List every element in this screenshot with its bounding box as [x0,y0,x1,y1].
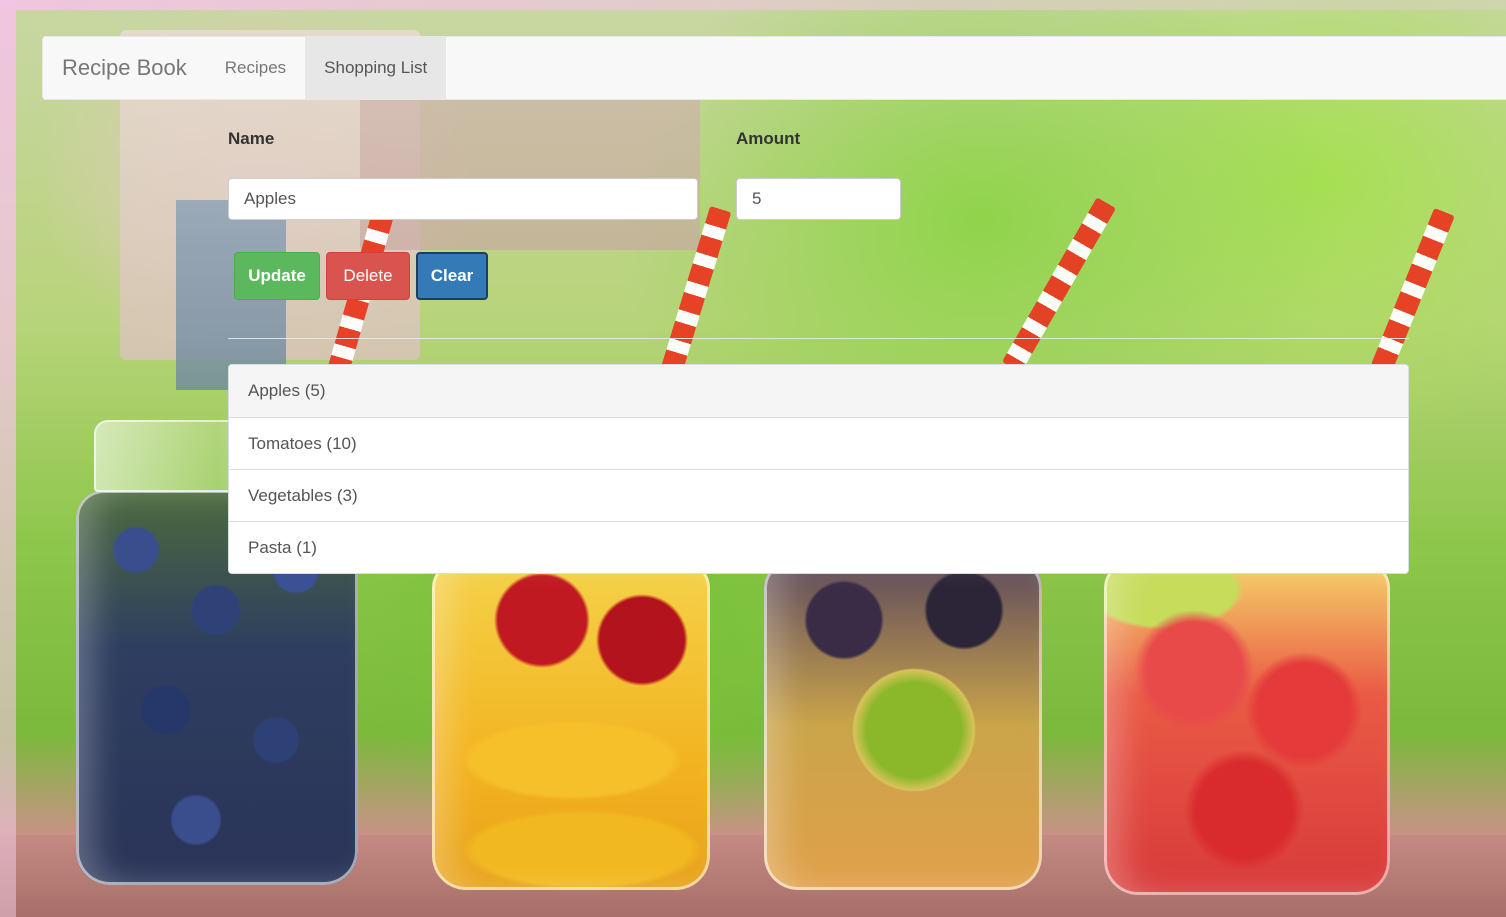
clear-button[interactable]: Clear [416,252,488,300]
list-item-vegetables[interactable]: Vegetables (3) [229,469,1408,521]
name-input[interactable] [228,178,698,220]
navbar-brand[interactable]: Recipe Book [43,37,206,99]
list-item-pasta[interactable]: Pasta (1) [229,521,1408,573]
amount-label: Amount [736,129,801,148]
nav-link-recipes[interactable]: Recipes [206,37,305,99]
amount-input[interactable] [736,178,901,220]
update-button[interactable]: Update [234,252,320,300]
citrus-cherry-jar [432,560,710,890]
shopping-list: Apples (5) Tomatoes (10) Vegetables (3) … [228,364,1409,574]
background-roof [360,80,700,250]
kiwi-blackberry-jar [764,560,1042,890]
straw-3 [1001,197,1117,373]
navbar: Recipe Book Recipes Shopping List [42,36,1506,100]
raspberry-lime-jar [1104,560,1390,895]
nav-link-shopping-list[interactable]: Shopping List [305,37,447,99]
divider [228,338,1409,339]
list-item-apples[interactable]: Apples (5) [229,365,1408,417]
name-label: Name [228,129,275,148]
delete-button[interactable]: Delete [326,252,410,300]
list-item-tomatoes[interactable]: Tomatoes (10) [229,417,1408,469]
page-edge-top [0,0,1506,10]
page-edge-left [0,0,16,917]
